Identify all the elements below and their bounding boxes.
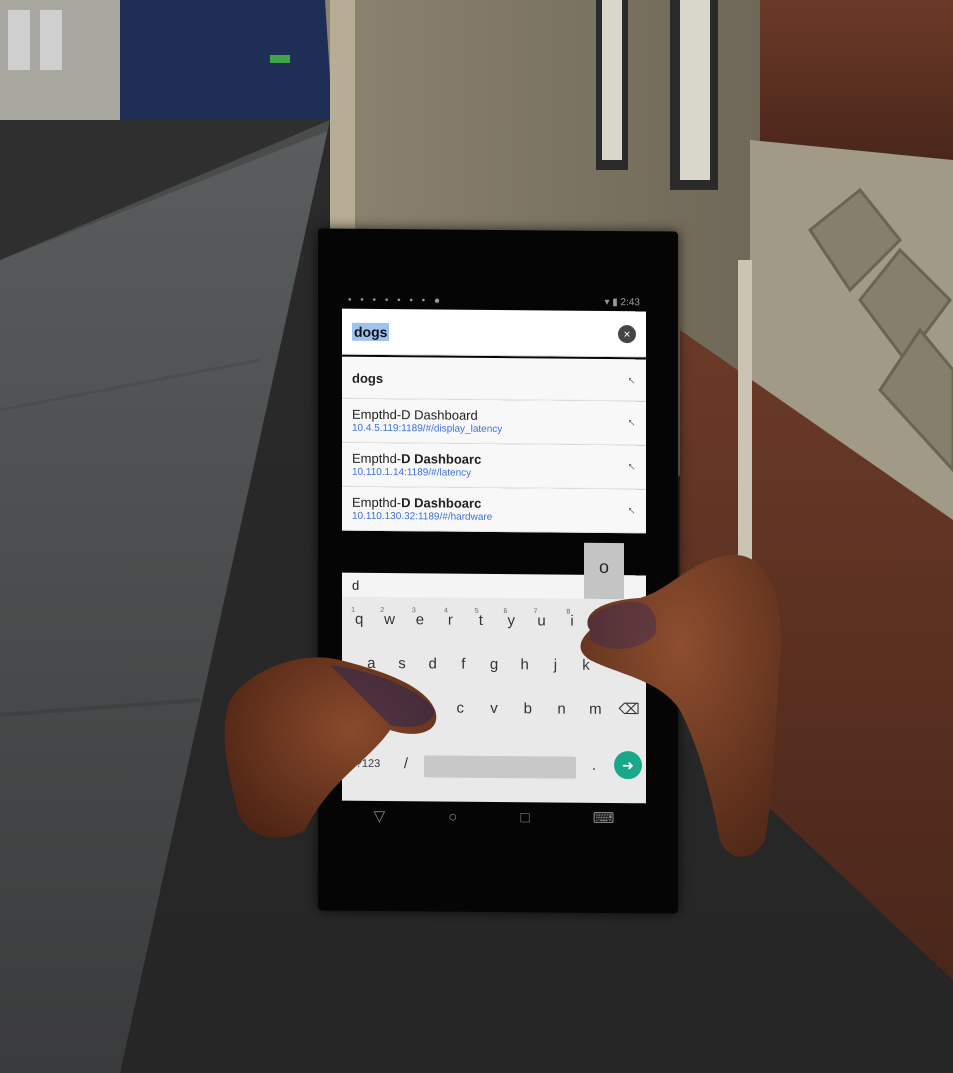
search-input[interactable]: dogs	[352, 322, 390, 341]
arrow-up-left-icon[interactable]: ↑	[624, 459, 638, 473]
close-icon[interactable]: ×	[618, 324, 636, 343]
arrow-up-left-icon[interactable]: ↑	[624, 503, 638, 517]
suggestion-title: dogs	[352, 370, 384, 386]
suggestion-url: 10.110.130.32:1189/#/hardware	[352, 510, 493, 523]
suggestion-title: Empthd-	[352, 450, 402, 467]
suggestion-title: Empthd-	[352, 406, 402, 423]
suggestion-list: dogs ↑ Empthd-D Dashboard 10.4.5.119:118…	[342, 356, 646, 534]
recents-icon[interactable]: □	[521, 809, 530, 826]
suggestion-item[interactable]: Empthd-D Dashboarc 10.110.1.14:1189/#/la…	[342, 442, 646, 490]
status-right: ▾ ▮ 2:43	[604, 296, 640, 308]
key-v[interactable]: v	[477, 694, 511, 724]
key-u[interactable]: 7u	[524, 606, 554, 636]
left-hand	[224, 657, 437, 838]
search-bar[interactable]: dogs ×	[342, 308, 646, 358]
suggestion-title-bold: D Dashboarc	[401, 495, 482, 511]
suggestion-title: Empthd-	[352, 494, 402, 511]
suggestion-title-bold: D Dashboarc	[401, 451, 482, 467]
notification-icons: • • • • • • • ●	[348, 294, 443, 307]
key-y[interactable]: 6y	[494, 606, 524, 636]
right-hand	[580, 554, 781, 857]
suggestion-item[interactable]: dogs ↑	[342, 356, 646, 402]
key-t[interactable]: 5t	[464, 606, 494, 636]
key-g[interactable]: g	[479, 650, 510, 680]
suggestion-item[interactable]: Empthd-D Dashboarc 10.110.130.32:1189/#/…	[342, 486, 646, 534]
suggestion-item[interactable]: Empthd-D Dashboard 10.4.5.119:1189/#/dis…	[342, 398, 646, 446]
arrow-up-left-icon[interactable]: ↑	[624, 373, 638, 387]
key-b[interactable]: b	[511, 694, 545, 724]
arrow-up-left-icon[interactable]: ↑	[624, 415, 638, 429]
suggestion-title-rest: D Dashboard	[401, 407, 478, 423]
key-h[interactable]: h	[509, 650, 540, 680]
suggestion-url: 10.4.5.119:1189/#/display_latency	[352, 422, 503, 436]
suggestion-url: 10.110.1.14:1189/#/latency	[352, 466, 472, 479]
